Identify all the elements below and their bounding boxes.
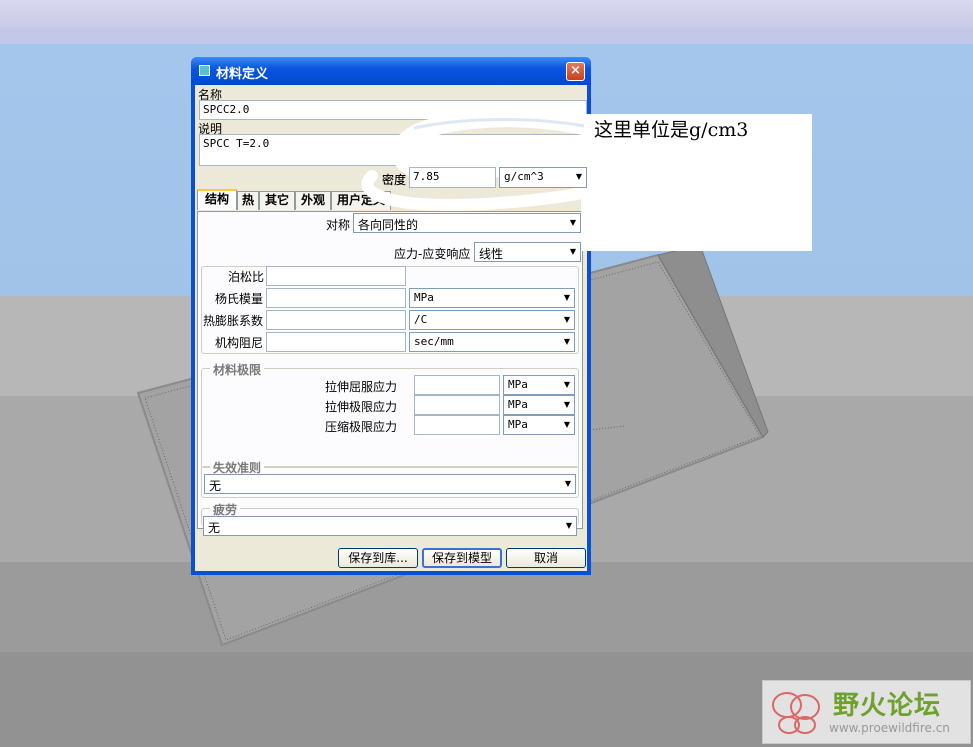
tab-appearance[interactable]: 外观	[295, 191, 331, 210]
chevron-down-icon: ▼	[575, 172, 582, 181]
chevron-down-icon: ▼	[563, 293, 570, 302]
watermark-name: 野火论坛	[833, 691, 942, 721]
thermal-unit-value: /C	[414, 313, 428, 326]
compressive-label: 压缩极限应力	[325, 420, 398, 434]
tensile-yield-unit-value: MPa	[508, 378, 528, 391]
damping-unit-value: sec/mm	[414, 335, 454, 348]
chevron-down-icon: ▼	[563, 400, 570, 409]
tensile-yield-unit-select[interactable]: MPa ▼	[503, 375, 575, 395]
description-input[interactable]: SPCC T=2.0	[199, 134, 587, 166]
butterfly-logo-icon	[772, 692, 820, 734]
poisson-input[interactable]	[266, 266, 406, 286]
tensile-ultimate-unit-value: MPa	[508, 398, 528, 411]
close-button[interactable]: ×	[566, 62, 585, 81]
failure-criteria-select[interactable]: 无 ▼	[204, 474, 576, 494]
tab-user-defined[interactable]: 用户定义	[331, 191, 391, 210]
youngs-unit-select[interactable]: MPa ▼	[409, 288, 575, 308]
material-definition-dialog: 材料定义 × 名称 SPCC2.0 说明 SPCC T=2.0 密度 7.85 …	[191, 57, 591, 575]
density-input-overlay[interactable]: 7.85	[409, 167, 496, 188]
save-to-library-button[interactable]: 保存到库...	[338, 548, 418, 568]
thermal-unit-select[interactable]: /C ▼	[409, 310, 575, 330]
density-unit-value-overlay: g/cm^3	[504, 170, 544, 183]
poisson-label: 泊松比	[228, 270, 265, 284]
tensile-ultimate-label: 拉伸极限应力	[325, 400, 398, 414]
stress-strain-select[interactable]: 线性 ▼	[474, 242, 581, 262]
youngs-modulus-input[interactable]	[266, 288, 406, 308]
symmetry-value: 各向同性的	[358, 218, 419, 232]
tensile-ultimate-unit-select[interactable]: MPa ▼	[503, 395, 575, 415]
failure-criteria-value: 无	[209, 479, 222, 493]
chevron-down-icon: ▼	[569, 247, 576, 256]
compressive-unit-select[interactable]: MPa ▼	[503, 415, 575, 435]
tensile-yield-input[interactable]	[414, 375, 500, 395]
chevron-down-icon: ▼	[565, 521, 572, 530]
stress-strain-label: 应力-应变响应	[394, 247, 471, 261]
damping-unit-select[interactable]: sec/mm ▼	[409, 332, 575, 352]
tab-other[interactable]: 其它	[259, 191, 295, 210]
density-label-overlay: 密度	[382, 173, 407, 187]
name-input[interactable]: SPCC2.0	[199, 100, 587, 120]
watermark-url: www.proewildfire.cn	[829, 721, 950, 735]
dialog-app-icon	[199, 65, 210, 76]
chevron-down-icon: ▼	[563, 315, 570, 324]
save-to-model-button[interactable]: 保存到模型	[422, 548, 502, 568]
tab-thermal[interactable]: 热	[237, 191, 259, 210]
density-unit-select-overlay[interactable]: g/cm^3 ▼	[499, 167, 587, 188]
structure-tab-panel: 对称 各向同性的 ▼ 应力-应变响应 线性 ▼ 泊松比 杨氏模量 MPa ▼ 热…	[197, 211, 583, 529]
symmetry-label: 对称	[326, 218, 351, 232]
chevron-down-icon: ▼	[563, 337, 570, 346]
damping-label: 机构阻尼	[215, 336, 264, 350]
dialog-title: 材料定义	[216, 67, 269, 82]
dialog-client-area: 名称 SPCC2.0 说明 SPCC T=2.0 密度 7.85 g/cm^3 …	[195, 85, 587, 571]
annotation-text: 这里单位是g/cm3	[594, 119, 749, 141]
symmetry-select[interactable]: 各向同性的 ▼	[353, 213, 581, 233]
fatigue-select[interactable]: 无 ▼	[203, 516, 577, 536]
chevron-down-icon: ▼	[563, 380, 570, 389]
tab-structure[interactable]: 结构	[197, 189, 237, 210]
stress-strain-value: 线性	[479, 247, 504, 261]
youngs-modulus-label: 杨氏模量	[215, 292, 264, 306]
tensile-ultimate-input[interactable]	[414, 395, 500, 415]
dialog-titlebar[interactable]: 材料定义 ×	[191, 57, 591, 85]
youngs-unit-value: MPa	[414, 291, 434, 304]
thermal-expansion-input[interactable]	[266, 310, 406, 330]
chevron-down-icon: ▼	[563, 420, 570, 429]
chevron-down-icon: ▼	[569, 218, 576, 227]
thermal-expansion-label: 热膨胀系数	[203, 314, 264, 328]
compressive-unit-value: MPa	[508, 418, 528, 431]
compressive-input[interactable]	[414, 415, 500, 435]
chevron-down-icon: ▼	[564, 479, 571, 488]
damping-input[interactable]	[266, 332, 406, 352]
material-limits-title: 材料极限	[210, 361, 265, 378]
tensile-yield-label: 拉伸屈服应力	[325, 380, 398, 394]
cancel-button[interactable]: 取消	[506, 548, 586, 568]
forum-watermark: 野火论坛 www.proewildfire.cn	[762, 680, 971, 744]
fatigue-value: 无	[208, 521, 221, 535]
